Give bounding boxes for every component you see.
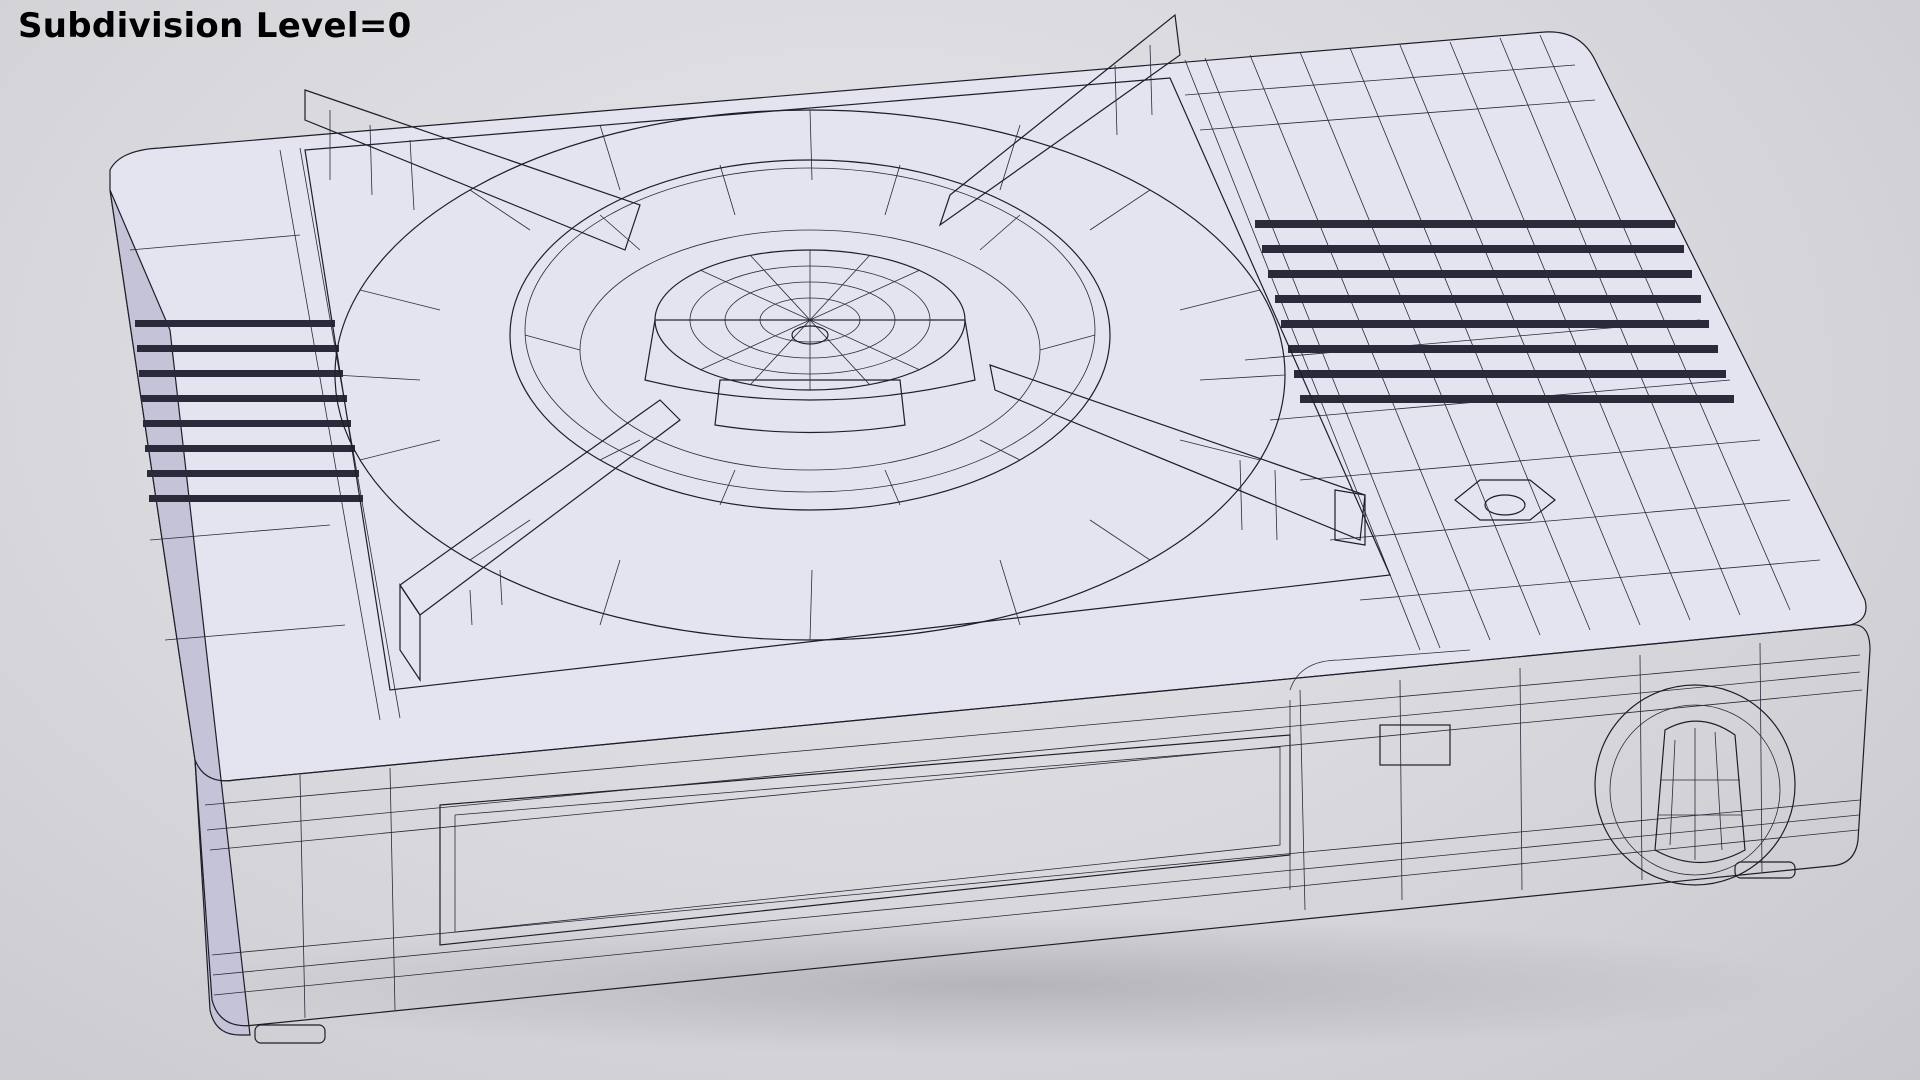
front-panel-inner bbox=[454, 746, 1281, 933]
front-left-foot bbox=[254, 1024, 326, 1044]
control-knob[interactable] bbox=[1594, 684, 1796, 886]
lid-latch bbox=[1289, 649, 1471, 890]
front-panel-recess bbox=[439, 734, 1291, 946]
stove-wireframe-viewport[interactable] bbox=[0, 0, 1920, 1080]
stove-body[interactable] bbox=[109, 31, 1871, 1044]
ground-shadow bbox=[180, 915, 1820, 1055]
